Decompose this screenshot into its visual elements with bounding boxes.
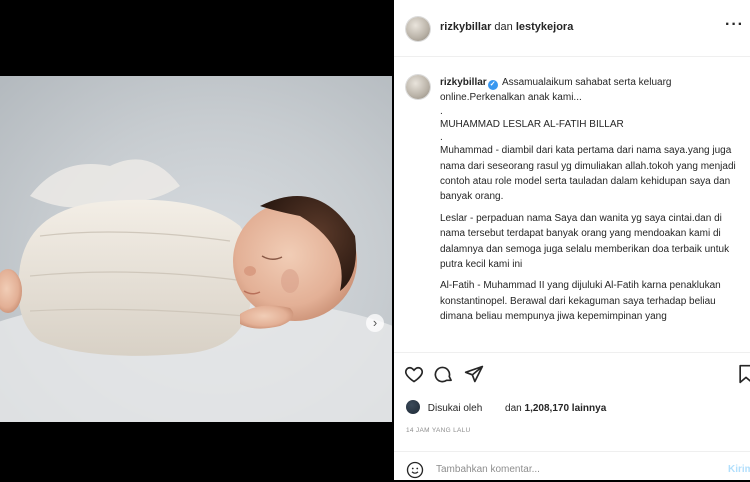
post-header: rizkybillar dan lestykejora ···: [394, 0, 750, 57]
verified-badge-icon: ✓: [487, 80, 498, 90]
emoji-icon[interactable]: [406, 461, 424, 479]
post-media: ›: [0, 0, 394, 480]
comment-input[interactable]: Tambahkan komentar...: [436, 464, 540, 475]
caption-username-link[interactable]: rizkybillar: [440, 77, 487, 88]
likes-joiner: dan: [505, 403, 522, 414]
post-actions: Disukai oleh dan 1,208,170 lainnya 14 JA…: [394, 352, 750, 481]
author-avatar[interactable]: [406, 17, 430, 41]
caption-line-5: Leslar - perpaduan nama Saya dan wanita …: [440, 212, 730, 271]
likes-suffix[interactable]: lainnya: [572, 403, 606, 414]
share-icon[interactable]: [464, 364, 484, 384]
post-timestamp[interactable]: 14 JAM YANG LALU: [406, 427, 471, 434]
post-details-panel: rizkybillar dan lestykejora ··· rizkybil…: [394, 0, 750, 480]
caption-line-1: .: [440, 105, 443, 117]
caption-line-6: Al-Fatih - Muhammad II yang dijuluki Al-…: [440, 280, 721, 323]
post-photo: ›: [0, 76, 392, 422]
caption-text: rizkybillar ✓ Assamualaikum sahabat serta…: [440, 75, 740, 325]
heart-icon[interactable]: [404, 364, 424, 384]
collaborator-username-link[interactable]: lestykejora: [516, 21, 573, 33]
caption-line-2: MUHAMMAD LESLAR AL-FATIH BILLAR: [440, 118, 624, 130]
authors-joiner: dan: [494, 21, 513, 33]
carousel-next-button[interactable]: ›: [366, 314, 384, 332]
caption-line-4: Muhammad - diambil dari kata pertama dar…: [440, 145, 736, 203]
likes-count-link[interactable]: 1,208,170: [525, 403, 570, 414]
author-username-link[interactable]: rizkybillar: [440, 21, 491, 33]
liker-avatar[interactable]: [406, 400, 420, 414]
bookmark-icon[interactable]: [736, 364, 750, 384]
likes-summary: Disukai oleh dan 1,208,170 lainnya: [406, 400, 606, 414]
post-comment-button[interactable]: Kirim: [728, 464, 750, 475]
comment-bar: Tambahkan komentar... Kirim: [394, 451, 750, 482]
chevron-right-icon: ›: [372, 315, 378, 330]
comment-icon[interactable]: [434, 364, 454, 384]
likes-prefix: Disukai oleh: [427, 403, 483, 414]
sleeping-baby-image: [0, 159, 392, 422]
caption-section: rizkybillar ✓ Assamualaikum sahabat serta…: [394, 57, 750, 351]
more-icon[interactable]: ···: [725, 16, 744, 34]
caption-line-3: .: [440, 132, 443, 144]
post-authors: rizkybillar dan lestykejora: [440, 21, 573, 33]
caption-author-avatar[interactable]: [406, 75, 430, 99]
